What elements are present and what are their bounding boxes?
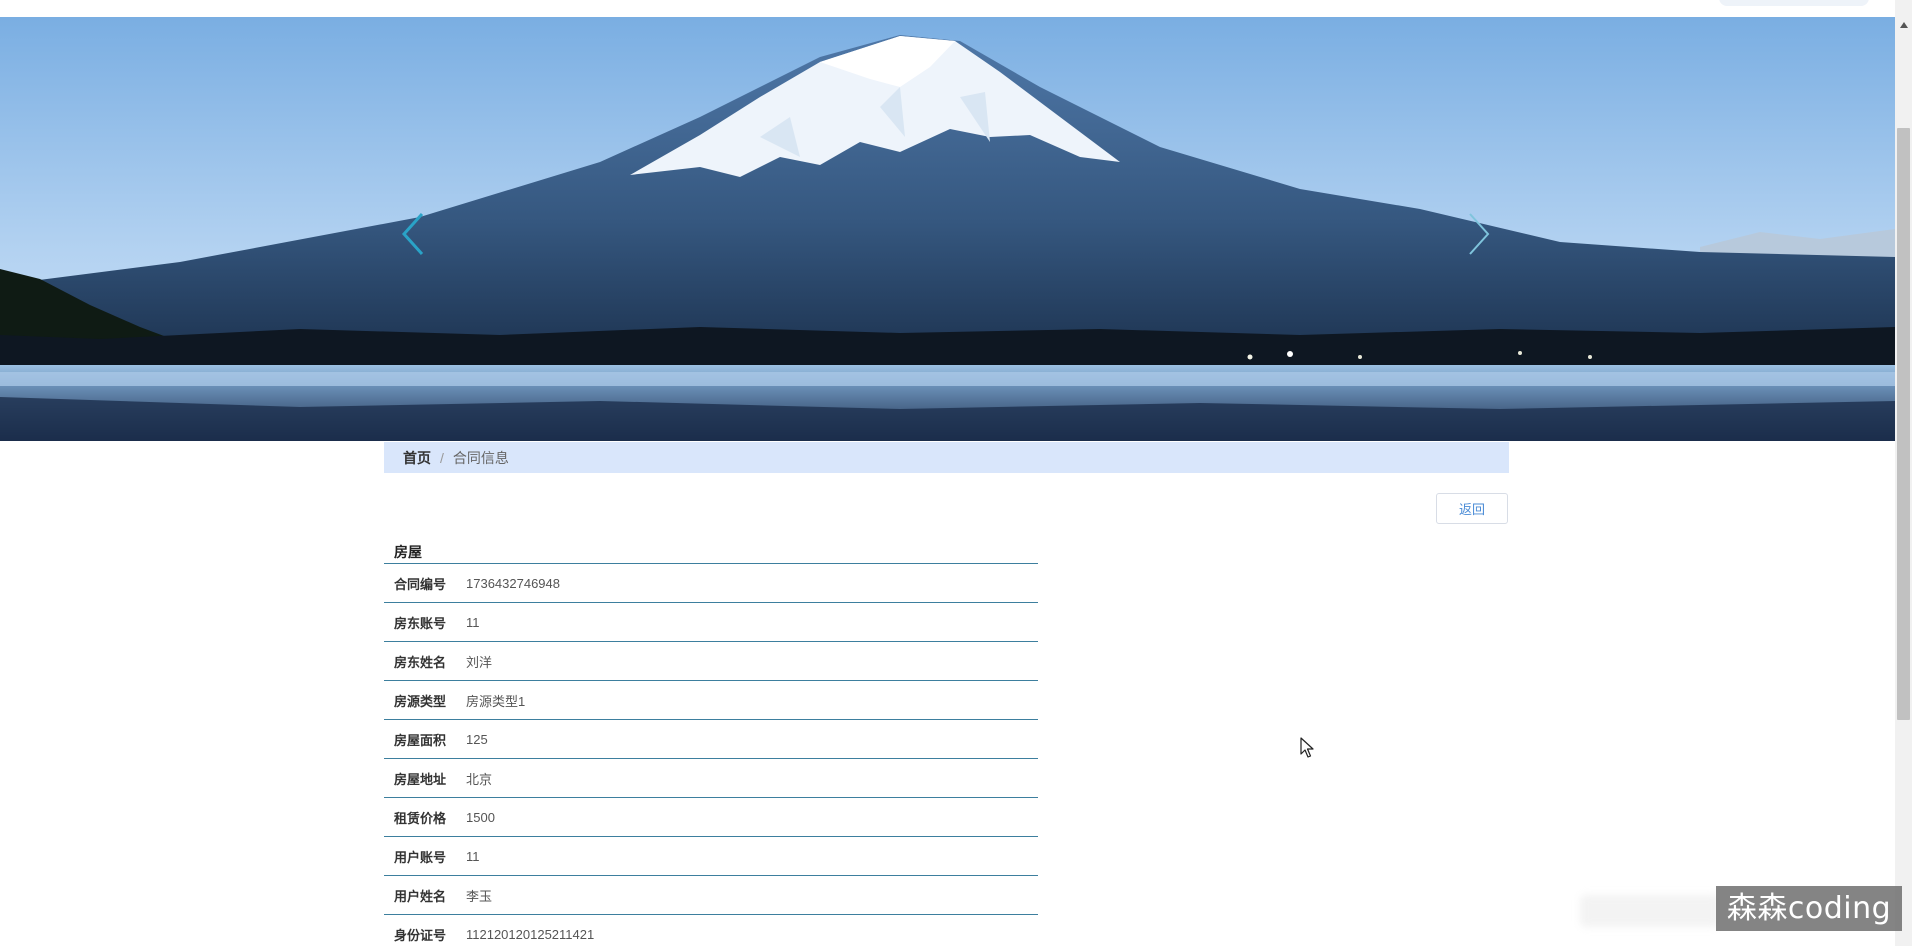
row-label: 合同编号 (394, 576, 447, 592)
back-button[interactable]: 返回 (1436, 493, 1508, 524)
row-value: 11 (466, 848, 480, 864)
detail-row-user-account: 用户账号 11 (384, 837, 1038, 876)
chevron-right-icon (1469, 213, 1490, 255)
carousel-prev-button[interactable] (400, 212, 430, 256)
row-value: 北京 (466, 771, 493, 787)
breadcrumb: 首页 / 合同信息 (384, 442, 1509, 473)
scrollbar-thumb[interactable] (1897, 128, 1910, 720)
top-nav-strip (0, 0, 1895, 17)
row-label: 房屋地址 (394, 771, 447, 787)
detail-row-user-name: 用户姓名 李玉 (384, 876, 1038, 915)
row-label: 房屋面积 (394, 732, 447, 748)
row-label: 租赁价格 (394, 810, 447, 826)
row-label: 身份证号 (394, 928, 447, 943)
contract-detail-table: 房屋 合同编号 1736432746948 房东账号 11 房东姓名 刘洋 房源… (384, 540, 1038, 946)
breadcrumb-home-link[interactable]: 首页 (403, 448, 431, 468)
banner-carousel (0, 17, 1895, 441)
page-scrollbar[interactable] (1895, 0, 1912, 946)
watermark-blur (1580, 895, 1720, 927)
row-value: 1736432746948 (466, 575, 560, 591)
row-label: 用户账号 (394, 849, 447, 865)
detail-row-house-area: 房屋面积 125 (384, 720, 1038, 759)
mouse-pointer-icon (1300, 737, 1314, 758)
carousel-next-button[interactable] (1462, 212, 1492, 256)
detail-row-landlord-account: 房东账号 11 (384, 603, 1038, 642)
row-value: 1500 (466, 809, 495, 825)
detail-row-rent-price: 租赁价格 1500 (384, 798, 1038, 837)
row-label: 房源类型 (394, 693, 447, 709)
row-value: 房源类型1 (466, 693, 526, 709)
detail-row-house-address: 房屋地址 北京 (384, 759, 1038, 798)
row-label: 房东姓名 (394, 654, 447, 670)
detail-row-listing-type: 房源类型 房源类型1 (384, 681, 1038, 720)
row-label: 房东账号 (394, 615, 447, 631)
banner-image (0, 17, 1895, 441)
row-value: 125 (466, 731, 488, 747)
row-value: 李玉 (466, 888, 493, 904)
top-search-pill[interactable] (1719, 0, 1869, 6)
breadcrumb-current: 合同信息 (452, 449, 509, 466)
breadcrumb-separator: / (440, 449, 444, 466)
detail-row-landlord-name: 房东姓名 刘洋 (384, 642, 1038, 681)
row-label: 用户姓名 (394, 888, 447, 904)
scroll-up-arrow-icon[interactable] (1900, 22, 1908, 28)
page: 首页 / 合同信息 返回 房屋 合同编号 1736432746948 房东账号 … (0, 0, 1912, 946)
detail-section-heading: 房屋 (384, 540, 1038, 564)
chevron-left-icon (401, 212, 424, 256)
row-value: 11 (466, 614, 480, 630)
watermark-label: 森森coding (1716, 886, 1902, 931)
row-value: 112120120125211421 (466, 927, 595, 942)
detail-row-contract-number: 合同编号 1736432746948 (384, 564, 1038, 603)
detail-row-id-number: 身份证号 112120120125211421 (384, 915, 1038, 946)
row-value: 刘洋 (466, 654, 493, 670)
